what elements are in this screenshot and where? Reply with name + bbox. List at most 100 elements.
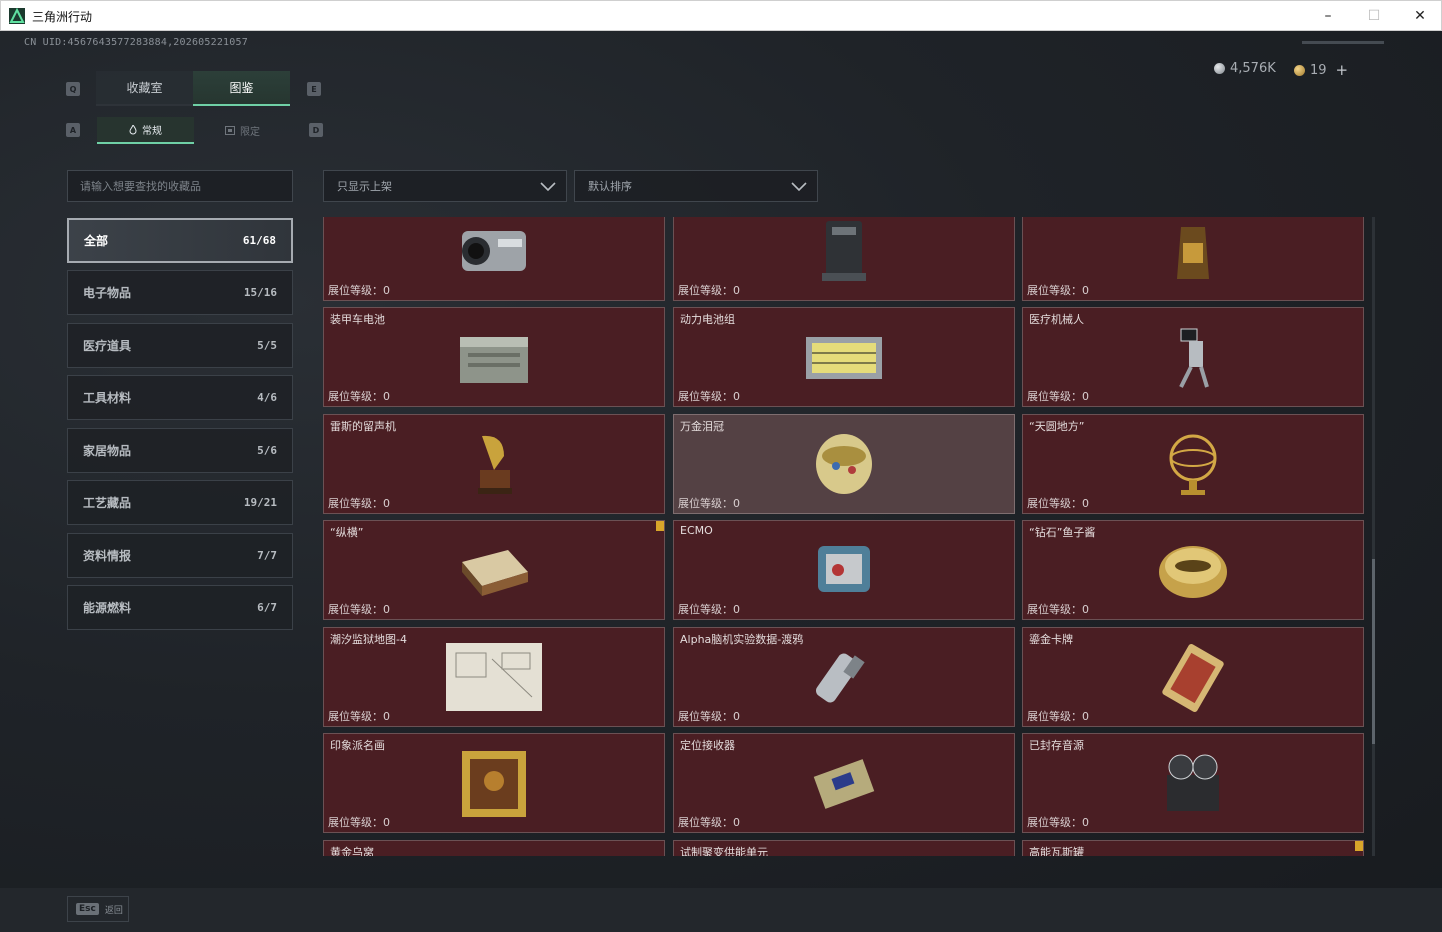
category-count: 19/21 [243,496,277,509]
category-label: 工艺藏品 [83,496,132,510]
category-tools[interactable]: 工具材料 4/6 [67,375,293,420]
window-titlebar: 三角洲行动 – ☐ ✕ [0,0,1442,31]
category-energy[interactable]: 能源燃料 6/7 [67,585,293,630]
item-display-level: 展位等级：0 [678,284,740,297]
a-key-hint: A [66,123,80,137]
armillary-icon [1169,434,1217,495]
collection-item-card[interactable]: 雷斯的留声机 展位等级：0 [323,414,665,514]
collection-item-card[interactable]: “纵横” 展位等级：0 [323,520,665,620]
main-tabs: 收藏室 图鉴 [96,71,290,106]
category-label: 家居物品 [83,444,132,458]
item-name: “钻石”鱼子酱 [1029,526,1096,539]
item-name: 黄金乌窝 [330,846,374,856]
data-canister-icon [816,653,865,703]
category-electronics[interactable]: 电子物品 15/16 [67,270,293,315]
new-badge-icon [656,521,664,531]
collection-grid: 展位等级：0 展位等级：0 展位等级：0 装甲车电池 展位等级：0 动力电池组 展位等级：0… [323,217,1365,856]
item-name: 定位接收器 [680,739,735,752]
subtab-label: 常规 [142,126,162,137]
item-display-level: 展位等级：0 [328,710,390,723]
category-count: 61/68 [242,234,276,247]
item-name: “纵横” [330,526,364,539]
chevron-down-icon [540,182,556,192]
collection-item-card[interactable]: ECMO 展位等级：0 [673,520,1015,620]
collection-item-card[interactable]: Alpha脑机实验数据-渡鸦 展位等级：0 [673,627,1015,727]
category-count: 4/6 [257,391,277,404]
collection-item-card[interactable]: 医疗机械人 展位等级：0 [1022,307,1364,407]
shelf-filter-dropdown[interactable]: 只显示上架 [323,170,567,202]
subtab-limited[interactable]: 限定 [194,117,291,144]
back-button[interactable]: Esc 返回 [67,896,129,922]
item-name: 印象派名画 [330,739,385,752]
tab-collection-room[interactable]: 收藏室 [96,71,193,106]
window-title: 三角洲行动 [32,10,93,24]
category-count: 6/7 [257,601,277,614]
collection-item-card[interactable]: “钻石”鱼子酱 展位等级：0 [1022,520,1364,620]
item-display-level: 展位等级：0 [678,603,740,616]
dropdown-value: 默认排序 [588,180,632,193]
category-label: 能源燃料 [83,601,132,615]
collection-item-card[interactable]: “天圆地方” 展位等级：0 [1022,414,1364,514]
category-all[interactable]: 全部 61/68 [67,218,293,263]
receiver-icon [813,759,875,809]
tab-catalog[interactable]: 图鉴 [193,71,290,106]
gold-item-icon [442,852,546,856]
sub-tabs: 常规 限定 [97,117,291,144]
item-display-level: 展位等级：0 [1027,710,1089,723]
category-count: 7/7 [257,549,277,562]
category-intel[interactable]: 资料情报 7/7 [67,533,293,578]
add-currency-button[interactable]: + [1336,61,1349,79]
sort-dropdown[interactable]: 默认排序 [574,170,818,202]
coffee-bag-icon [1177,227,1209,279]
collection-item-card[interactable]: 万金泪冠 展位等级：0 [673,414,1015,514]
dropdown-value: 只显示上架 [337,180,392,193]
category-label: 资料情报 [83,549,132,563]
back-label: 返回 [104,905,123,916]
maximize-button[interactable]: ☐ [1351,1,1397,31]
tape-recorder-icon [1167,754,1219,811]
ecmo-icon [818,546,870,592]
collection-item-card[interactable]: 展位等级：0 [673,217,1015,301]
collection-item-card[interactable]: 潮汐监狱地图-4 展位等级：0 [323,627,665,727]
caviar-tin-icon [1159,546,1227,598]
car-battery-icon [460,337,528,383]
minimize-button[interactable]: – [1305,1,1351,31]
subtab-regular[interactable]: 常规 [97,117,194,144]
collection-item-card[interactable]: 印象派名画 展位等级：0 [323,733,665,833]
collection-item-card[interactable]: 定位接收器 展位等级：0 [673,733,1015,833]
collection-item-card[interactable]: 试制聚变供能单元展位等级：0 [673,840,1015,856]
item-display-level: 展位等级：0 [1027,284,1089,297]
item-display-level: 展位等级：0 [1027,603,1089,616]
gold-currency: 19 + [1294,61,1348,79]
close-button[interactable]: ✕ [1397,1,1442,31]
tab-label: 收藏室 [126,81,163,95]
gramophone-icon [478,435,512,494]
chessboard-icon [462,550,528,596]
collection-item-card[interactable]: 动力电池组 展位等级：0 [673,307,1015,407]
collection-item-card[interactable]: 展位等级：0 [1022,217,1364,301]
silver-coin-icon [1214,63,1225,74]
category-crafts[interactable]: 工艺藏品 19/21 [67,480,293,525]
item-name: 万金泪冠 [680,420,724,433]
collection-item-card[interactable]: 装甲车电池 展位等级：0 [323,307,665,407]
item-name: 雷斯的留声机 [330,420,396,433]
silver-amount: 4,576K [1230,61,1276,76]
collection-item-card[interactable]: 鎏金卡牌 展位等级：0 [1022,627,1364,727]
category-medical[interactable]: 医疗道具 5/5 [67,323,293,368]
chevron-down-icon [791,182,807,192]
search-input[interactable]: 请输入想要查找的收藏品 [67,170,293,202]
coffee-machine-icon [822,221,866,281]
game-viewport: CN UID:4567643577283884,202605221057 4,5… [0,31,1442,932]
collection-item-card[interactable]: 已封存音源 展位等级：0 [1022,733,1364,833]
item-name: 装甲车电池 [330,313,385,326]
collection-item-card[interactable]: 高能瓦斯罐展位等级：0 [1022,840,1364,856]
app-logo-icon [9,8,25,24]
scrollbar-track[interactable] [1372,217,1375,856]
subtab-label: 限定 [240,127,260,138]
medical-robot-icon [1179,328,1209,388]
collection-item-card[interactable]: 黄金乌窝展位等级：0 [323,840,665,856]
collection-item-card[interactable]: 展位等级：0 [323,217,665,301]
camera-icon [462,231,526,271]
scrollbar-thumb[interactable] [1372,559,1375,744]
category-home[interactable]: 家居物品 5/6 [67,428,293,473]
